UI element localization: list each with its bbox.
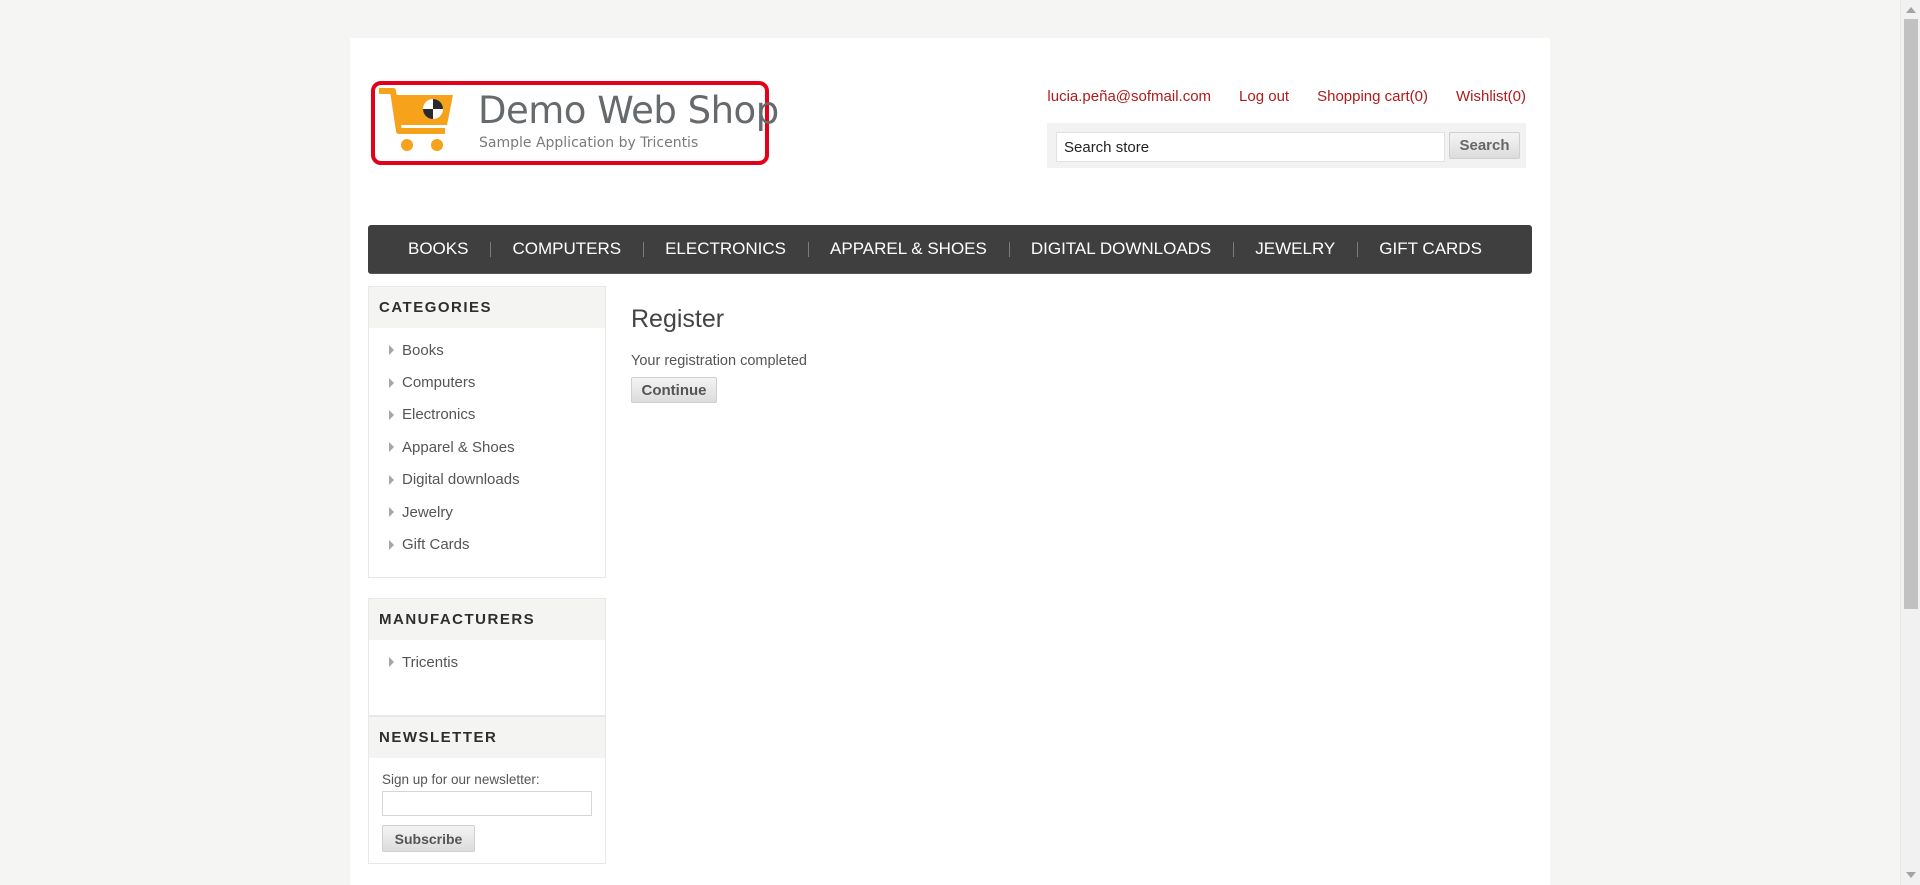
account-link[interactable]: lucia.peña@sofmail.com [1047,88,1211,105]
search-input[interactable] [1056,132,1445,162]
triangle-right-icon [389,657,394,668]
categories-block: CATEGORIES Books Computers Electronics A… [368,286,606,578]
triangle-right-icon [389,507,394,518]
menu-item-digital-downloads[interactable]: DIGITAL DOWNLOADS [1008,225,1233,273]
category-link-books[interactable]: Books [402,342,444,359]
shopping-cart-link[interactable]: Shopping cart(0) [1317,88,1428,105]
categories-title: CATEGORIES [369,287,605,328]
category-link-computers[interactable]: Computers [402,374,475,391]
continue-button[interactable]: Continue [631,377,717,403]
list-item: Gift Cards [369,528,605,560]
logo-title: Demo Web Shop [478,89,779,132]
list-item: Tricentis [369,646,605,678]
menu-item-apparel-shoes[interactable]: APPAREL & SHOES [808,225,1009,273]
manufacturer-link-tricentis[interactable]: Tricentis [402,654,458,671]
scroll-up-arrow-icon[interactable] [1906,7,1916,13]
menu-item-computers[interactable]: COMPUTERS [490,225,643,273]
menu-item-jewelry[interactable]: JEWELRY [1233,225,1357,273]
wishlist-link[interactable]: Wishlist(0) [1456,88,1526,105]
newsletter-block: NEWSLETTER Sign up for our newsletter: S… [368,716,606,864]
triangle-right-icon [389,377,394,388]
shopping-cart-logo-icon [379,88,453,151]
list-item: Books [369,334,605,366]
registration-result-message: Your registration completed [631,353,807,369]
site-logo[interactable]: Demo Web Shop Sample Application by Tric… [371,81,779,165]
menu-item-gift-cards[interactable]: GIFT CARDS [1357,225,1504,273]
menu-item-books[interactable]: BOOKS [388,225,490,273]
manufacturers-list: Tricentis [369,640,605,686]
list-item: Electronics [369,399,605,431]
list-item: Apparel & Shoes [369,431,605,463]
triangle-right-icon [389,409,394,420]
scroll-down-arrow-icon[interactable] [1906,872,1916,878]
triangle-right-icon [389,539,394,550]
category-link-digital-downloads[interactable]: Digital downloads [402,471,520,488]
vertical-scrollbar[interactable] [1900,0,1920,885]
category-link-apparel-shoes[interactable]: Apparel & Shoes [402,439,515,456]
header-links: lucia.peña@sofmail.com Log out Shopping … [1047,88,1526,105]
logo-subtitle: Sample Application by Tricentis [479,135,699,151]
search-button[interactable]: Search [1449,132,1520,159]
triangle-right-icon [389,474,394,485]
list-item: Computers [369,366,605,398]
newsletter-email-input[interactable] [382,791,592,816]
newsletter-label: Sign up for our newsletter: [382,772,540,787]
menu-item-electronics[interactable]: ELECTRONICS [643,225,808,273]
subscribe-button[interactable]: Subscribe [382,825,475,852]
page-container: Demo Web Shop Sample Application by Tric… [350,38,1550,885]
category-link-electronics[interactable]: Electronics [402,406,475,423]
category-link-jewelry[interactable]: Jewelry [402,504,453,521]
list-item: Jewelry [369,496,605,528]
category-link-gift-cards[interactable]: Gift Cards [402,536,470,553]
newsletter-title: NEWSLETTER [369,717,605,758]
search-box: Search [1047,123,1526,168]
list-item: Digital downloads [369,464,605,496]
top-menu: BOOKS COMPUTERS ELECTRONICS APPAREL & SH… [368,225,1532,274]
scrollbar-thumb[interactable] [1904,19,1918,609]
page-title: Register [631,305,725,333]
triangle-right-icon [389,442,394,453]
triangle-right-icon [389,345,394,356]
manufacturers-block: MANUFACTURERS Tricentis [368,598,606,716]
categories-list: Books Computers Electronics Apparel & Sh… [369,328,605,569]
logout-link[interactable]: Log out [1239,88,1289,105]
manufacturers-title: MANUFACTURERS [369,599,605,640]
